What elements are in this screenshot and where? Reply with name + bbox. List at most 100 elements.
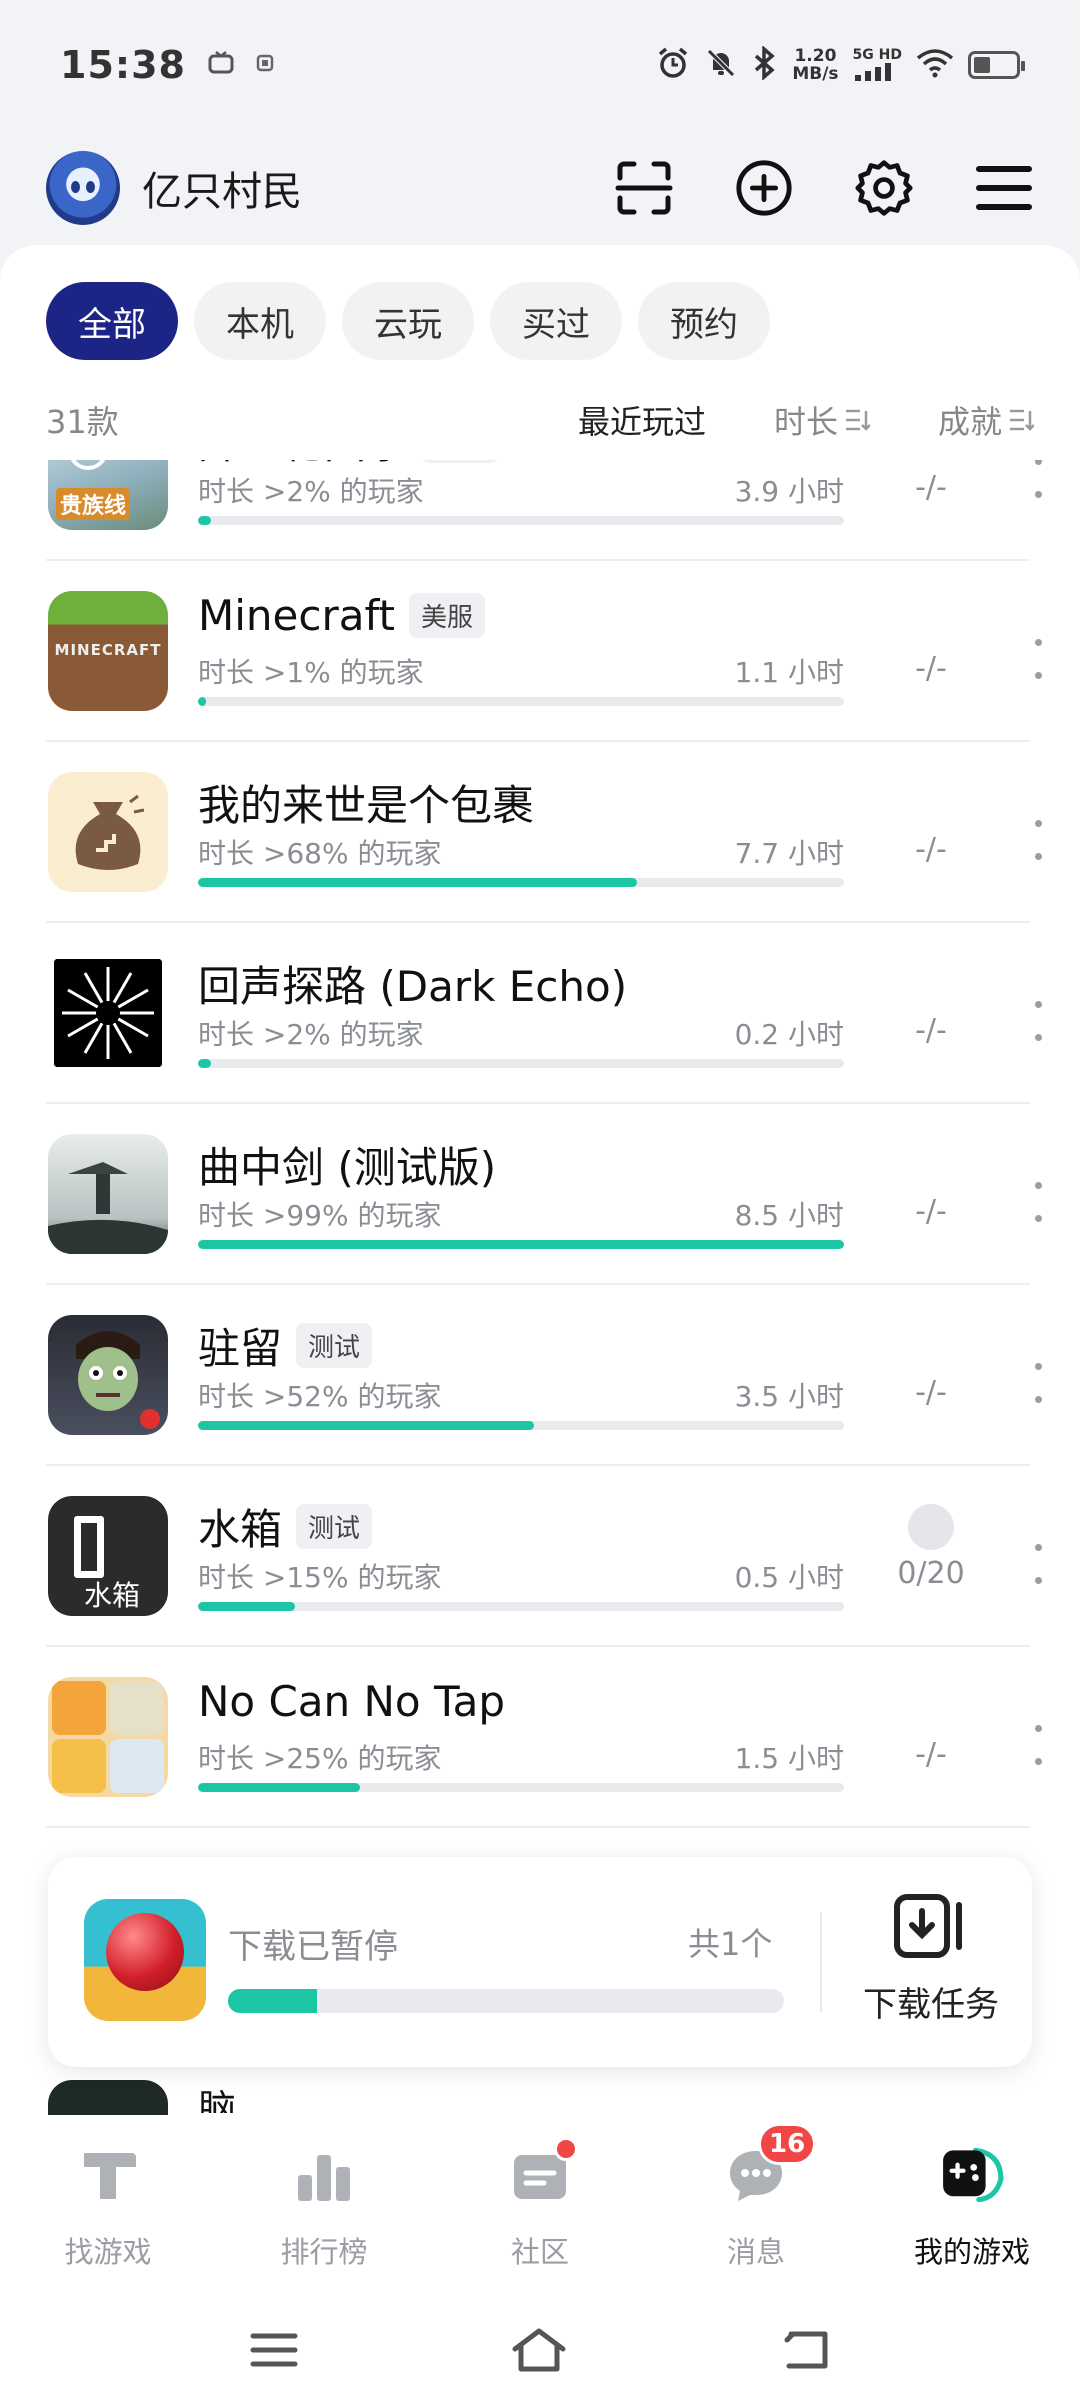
playtime-info: 时长 >68% 的玩家 7.7 小时 (198, 837, 844, 870)
add-circle-icon[interactable] (734, 158, 794, 218)
tv-icon (208, 50, 234, 80)
achievement-value: 0/20 (897, 1556, 965, 1591)
playtime-progress (198, 1240, 844, 1249)
download-status: 下载已暂停 (228, 1927, 398, 1967)
chip-local[interactable]: 本机 (194, 282, 326, 360)
game-icon-dark-echo (48, 953, 168, 1073)
home-icon[interactable] (509, 2325, 569, 2379)
more-options-icon[interactable] (1028, 1001, 1048, 1041)
nav-label: 排行榜 (280, 2235, 368, 2269)
download-card[interactable]: 下载已暂停 共1个 下载任务 (48, 1857, 1032, 2067)
game-row[interactable]: 驻留 测试 时长 >52% 的玩家 3.5 小时 -/- (46, 1285, 1042, 1466)
game-tag: 测试 (296, 1323, 373, 1368)
recents-icon[interactable] (249, 2330, 299, 2374)
game-row[interactable]: MINECRAFT Minecraft 美服 时长 >1% 的玩家 1.1 小时 -… (46, 561, 1042, 742)
nav-ranking[interactable]: 排行榜 (216, 2115, 432, 2295)
download-tasks-button[interactable]: 下载任务 (854, 1893, 1008, 2026)
nav-community[interactable]: 社区 (432, 2115, 648, 2295)
nav-my-games[interactable]: 我的游戏 (864, 2115, 1080, 2295)
game-tag: 测试 (296, 1504, 373, 1549)
achievement-badge-icon (908, 1504, 954, 1550)
bottom-nav: 找游戏 排行榜 社区 16 消息 我的游戏 (0, 2115, 1080, 2295)
playtime-info: 时长 >2% 的玩家 3.9 小时 (198, 475, 844, 508)
nav-find-game[interactable]: 找游戏 (0, 2115, 216, 2295)
game-row[interactable]: 水箱 水箱 测试 时长 >15% 的玩家 0.5 小时 0/20 (46, 1466, 1042, 1647)
achievement-value: -/- (915, 1375, 947, 1410)
sort-achievement[interactable]: 成就 (938, 397, 1034, 443)
sort-icon (845, 409, 870, 431)
download-tasks-label: 下载任务 (863, 1985, 999, 2025)
game-tag: 美服 (408, 593, 485, 638)
playtime-info: 时长 >25% 的玩家 1.5 小时 (198, 1742, 844, 1775)
chip-cloud[interactable]: 云玩 (342, 282, 474, 360)
download-icon (894, 1894, 962, 1958)
playtime-info: 时长 >2% 的玩家 0.2 小时 (198, 1018, 844, 1051)
game-tag: 测试 (422, 460, 499, 463)
more-options-icon[interactable] (1028, 1544, 1048, 1584)
game-title: 驻留 测试 (198, 1315, 373, 1376)
download-game-icon (84, 1899, 206, 2021)
playtime-progress (198, 1783, 844, 1792)
achievement-value: -/- (915, 832, 947, 867)
playtime-progress (198, 1602, 844, 1611)
chip-reserved[interactable]: 预约 (638, 282, 770, 360)
game-row[interactable]: 贵族线 异世轮回录测试 时长 >2% 的玩家3.9 小时 -/- (46, 460, 1042, 561)
playtime-info: 时长 >15% 的玩家 0.5 小时 (198, 1561, 844, 1594)
back-icon[interactable] (779, 2328, 831, 2376)
achievement-value: -/- (915, 1013, 947, 1048)
more-options-icon[interactable] (1028, 1363, 1048, 1403)
divider (820, 1912, 822, 2012)
game-count: 31款 (46, 403, 119, 441)
more-options-icon[interactable] (1028, 1182, 1048, 1222)
notification-icon (256, 53, 274, 78)
game-title: 脑裂 (198, 2087, 237, 2113)
game-library-panel: 全部 本机 云玩 买过 预约 31款 最近玩过 时长 成就 贵族线 异世轮回 (0, 245, 1080, 2115)
username[interactable]: 亿只村民 (142, 159, 302, 217)
game-row[interactable]: 曲中剑 (测试版) 时长 >99% 的玩家 8.5 小时 -/- (46, 1104, 1042, 1285)
sort-recent[interactable]: 最近玩过 (578, 397, 706, 443)
playtime-info: 时长 >99% 的玩家 8.5 小时 (198, 1199, 844, 1232)
more-options-icon[interactable] (1028, 460, 1048, 498)
more-options-icon[interactable] (1028, 820, 1048, 860)
nav-messages[interactable]: 16 消息 (648, 2115, 864, 2295)
chip-purchased[interactable]: 买过 (490, 282, 622, 360)
sort-duration[interactable]: 时长 (774, 397, 870, 443)
download-count: 共1个 (688, 1925, 773, 1963)
message-badge: 16 (758, 2123, 817, 2165)
playtime-progress (198, 1059, 844, 1068)
download-progress (228, 1989, 784, 2013)
playtime-progress (198, 516, 844, 525)
cellular-signal: 5G HD (853, 47, 902, 84)
game-icon-zhuliu (48, 1315, 168, 1435)
more-options-icon[interactable] (1028, 639, 1048, 679)
gamepad-icon (938, 2141, 1006, 2209)
gear-icon[interactable] (854, 158, 914, 218)
achievement-value: -/- (915, 470, 947, 505)
status-bar: 15:38 1.20 MB/s 5G HD (0, 0, 1080, 130)
playtime-info: 时长 >1% 的玩家 1.1 小时 (198, 656, 844, 689)
game-row[interactable]: 回声探路 (Dark Echo) 时长 >2% 的玩家 0.2 小时 -/- (46, 923, 1042, 1104)
playtime-progress (198, 878, 844, 887)
game-icon-naolie (48, 2080, 168, 2115)
game-title: 水箱 测试 (198, 1496, 373, 1557)
sort-bar: 31款 最近玩过 时长 成就 (46, 390, 1034, 450)
playtime-info: 时长 >52% 的玩家 3.5 小时 (198, 1380, 844, 1413)
community-new-dot (554, 2137, 578, 2161)
menu-icon[interactable] (974, 158, 1034, 218)
avatar[interactable] (46, 150, 120, 225)
game-row[interactable]: No Can No Tap 时长 >25% 的玩家 1.5 小时 -/- (46, 1647, 1042, 1828)
game-row[interactable]: 我的来世是个包裹 时长 >68% 的玩家 7.7 小时 -/- (46, 742, 1042, 923)
system-nav-bar (0, 2295, 1080, 2408)
scan-icon[interactable] (614, 158, 674, 218)
game-icon-shuixiang: 水箱 (48, 1496, 168, 1616)
sort-icon (1010, 409, 1034, 431)
achievement-value: -/- (915, 651, 947, 686)
game-title: No Can No Tap (198, 1677, 506, 1726)
nav-label: 社区 (510, 2235, 569, 2269)
game-title: 曲中剑 (测试版) (198, 1143, 497, 1192)
more-options-icon[interactable] (1028, 1725, 1048, 1765)
nav-label: 消息 (726, 2235, 785, 2269)
playtime-progress (198, 697, 844, 706)
chip-all[interactable]: 全部 (46, 282, 178, 360)
ranking-icon (290, 2141, 358, 2209)
